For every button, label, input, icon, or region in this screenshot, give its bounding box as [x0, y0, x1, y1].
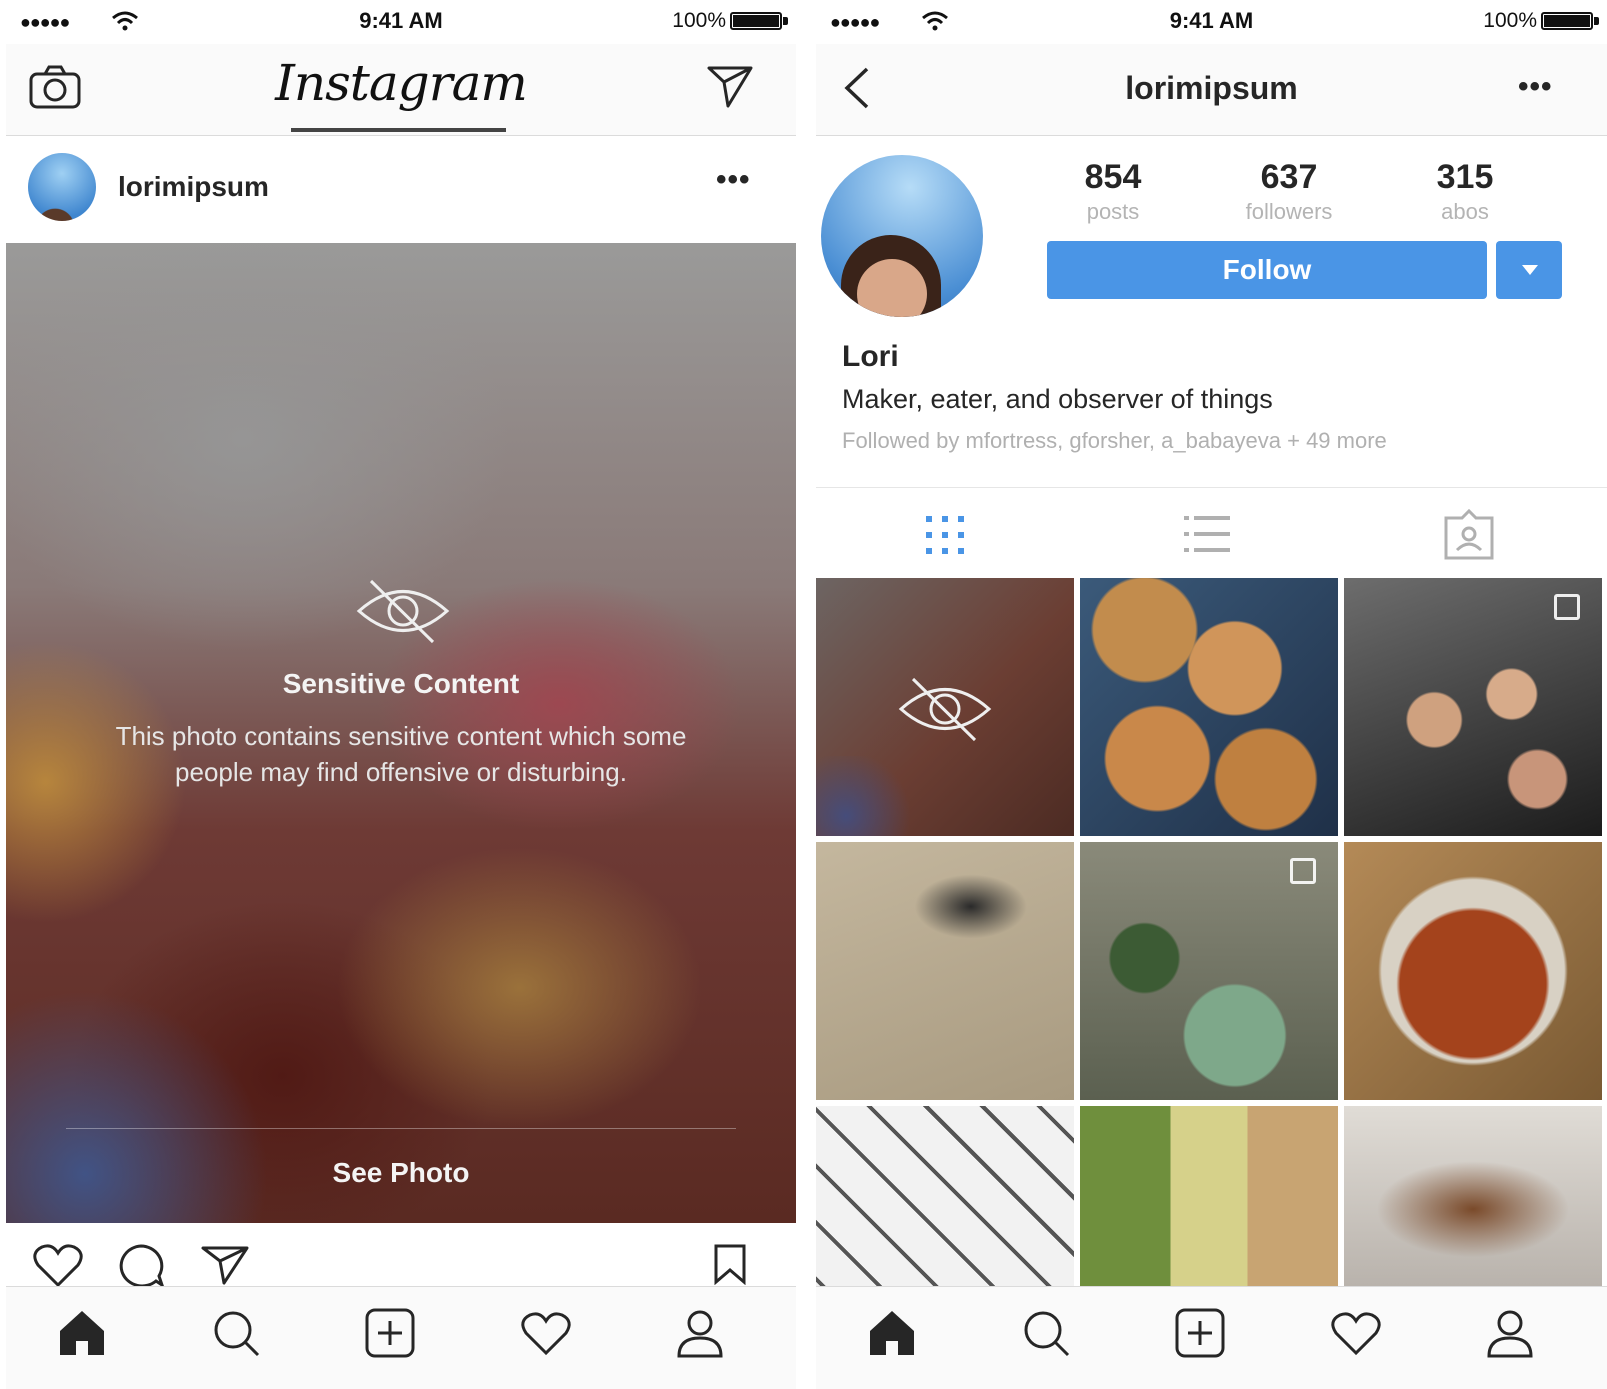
- sensitive-content-title: Sensitive Content: [282, 668, 520, 699]
- grid-photo[interactable]: [1344, 578, 1602, 836]
- grid-photo[interactable]: [1344, 842, 1602, 1100]
- stat-label: followers: [1245, 199, 1333, 224]
- share-icon[interactable]: [200, 1245, 250, 1285]
- home-icon[interactable]: [866, 1307, 918, 1359]
- battery-tip: [1594, 17, 1599, 25]
- battery-percent: 100%: [1483, 9, 1537, 32]
- bottom-tab-bar: [816, 1286, 1607, 1389]
- logo-underline: [291, 128, 506, 132]
- stat-value: 854: [1084, 158, 1142, 196]
- list-icon[interactable]: [1180, 508, 1234, 562]
- more-options-icon[interactable]: •••: [716, 163, 751, 197]
- profile-icon[interactable]: [674, 1307, 726, 1359]
- stat-followers[interactable]: 637 followers: [1214, 158, 1364, 225]
- activity-icon[interactable]: [1330, 1307, 1382, 1359]
- battery-tip: [783, 17, 788, 25]
- post-actions: [6, 1223, 796, 1287]
- stat-value: 315: [1436, 158, 1494, 196]
- post-header: lorimipsum •••: [6, 137, 796, 243]
- avatar[interactable]: [28, 153, 96, 221]
- sensitive-content-description: This photo contains sensitive content wh…: [115, 721, 687, 787]
- battery-icon: [1541, 12, 1593, 30]
- comment-icon[interactable]: [116, 1243, 166, 1287]
- feed-header: Instagram: [6, 44, 796, 136]
- profile-divider: [816, 487, 1607, 488]
- status-bar: ●●●●● 9:41 AM 100%: [6, 0, 796, 44]
- followed-by-text[interactable]: Followed by mfortress, gforsher, a_babay…: [842, 428, 1387, 454]
- stat-label: posts: [1086, 199, 1140, 224]
- profile-screen: ●●●●● 9:41 AM 100% lorimipsum ••• 854 po…: [816, 0, 1607, 1389]
- status-bar: ●●●●● 9:41 AM 100%: [816, 0, 1607, 44]
- stat-posts[interactable]: 854 posts: [1038, 158, 1188, 225]
- multiple-photos-icon: [1290, 858, 1316, 884]
- stat-value: 637: [1260, 158, 1318, 196]
- bookmark-icon[interactable]: [712, 1243, 748, 1285]
- search-icon[interactable]: [1020, 1307, 1072, 1359]
- photo-grid: [816, 578, 1607, 1364]
- grid-photo-sensitive[interactable]: [816, 578, 1074, 836]
- profile-header: lorimipsum •••: [816, 44, 1607, 136]
- eye-slash-icon: [356, 579, 450, 644]
- multiple-photos-icon: [1554, 594, 1580, 620]
- feed-screen: ●●●●● 9:41 AM 100% Instagram lorimipsum …: [6, 0, 796, 1389]
- battery-percent: 100%: [672, 9, 726, 32]
- profile-icon[interactable]: [1484, 1307, 1536, 1359]
- add-icon[interactable]: [364, 1307, 416, 1359]
- grid-photo[interactable]: [1080, 578, 1338, 836]
- stat-following[interactable]: 315 abos: [1390, 158, 1540, 225]
- profile-avatar[interactable]: [821, 155, 983, 317]
- profile-username-title: lorimipsum: [1125, 70, 1298, 106]
- suggestions-dropdown-button[interactable]: [1496, 241, 1562, 299]
- see-photo-button[interactable]: See Photo: [6, 1157, 796, 1189]
- activity-icon[interactable]: [520, 1307, 572, 1359]
- home-icon[interactable]: [56, 1307, 108, 1359]
- post-username[interactable]: lorimipsum: [118, 171, 269, 203]
- paper-plane-icon[interactable]: [706, 64, 754, 110]
- tagged-icon[interactable]: [1442, 508, 1496, 562]
- follow-button[interactable]: Follow: [1047, 241, 1487, 299]
- eye-slash-icon: [898, 677, 992, 742]
- instagram-logo: Instagram: [275, 54, 528, 112]
- bottom-tab-bar: [6, 1286, 796, 1389]
- heart-icon[interactable]: [32, 1243, 84, 1287]
- add-icon[interactable]: [1174, 1307, 1226, 1359]
- stat-label: abos: [1441, 199, 1489, 224]
- grid-photo[interactable]: [816, 842, 1074, 1100]
- profile-bio: Maker, eater, and observer of things: [842, 384, 1273, 414]
- search-icon[interactable]: [210, 1307, 262, 1359]
- profile-display-name: Lori: [842, 340, 899, 373]
- grid-icon[interactable]: [918, 508, 972, 562]
- overlay-divider: [66, 1128, 736, 1129]
- battery-icon: [730, 12, 782, 30]
- more-options-icon[interactable]: •••: [1518, 70, 1553, 104]
- grid-photo[interactable]: [1080, 842, 1338, 1100]
